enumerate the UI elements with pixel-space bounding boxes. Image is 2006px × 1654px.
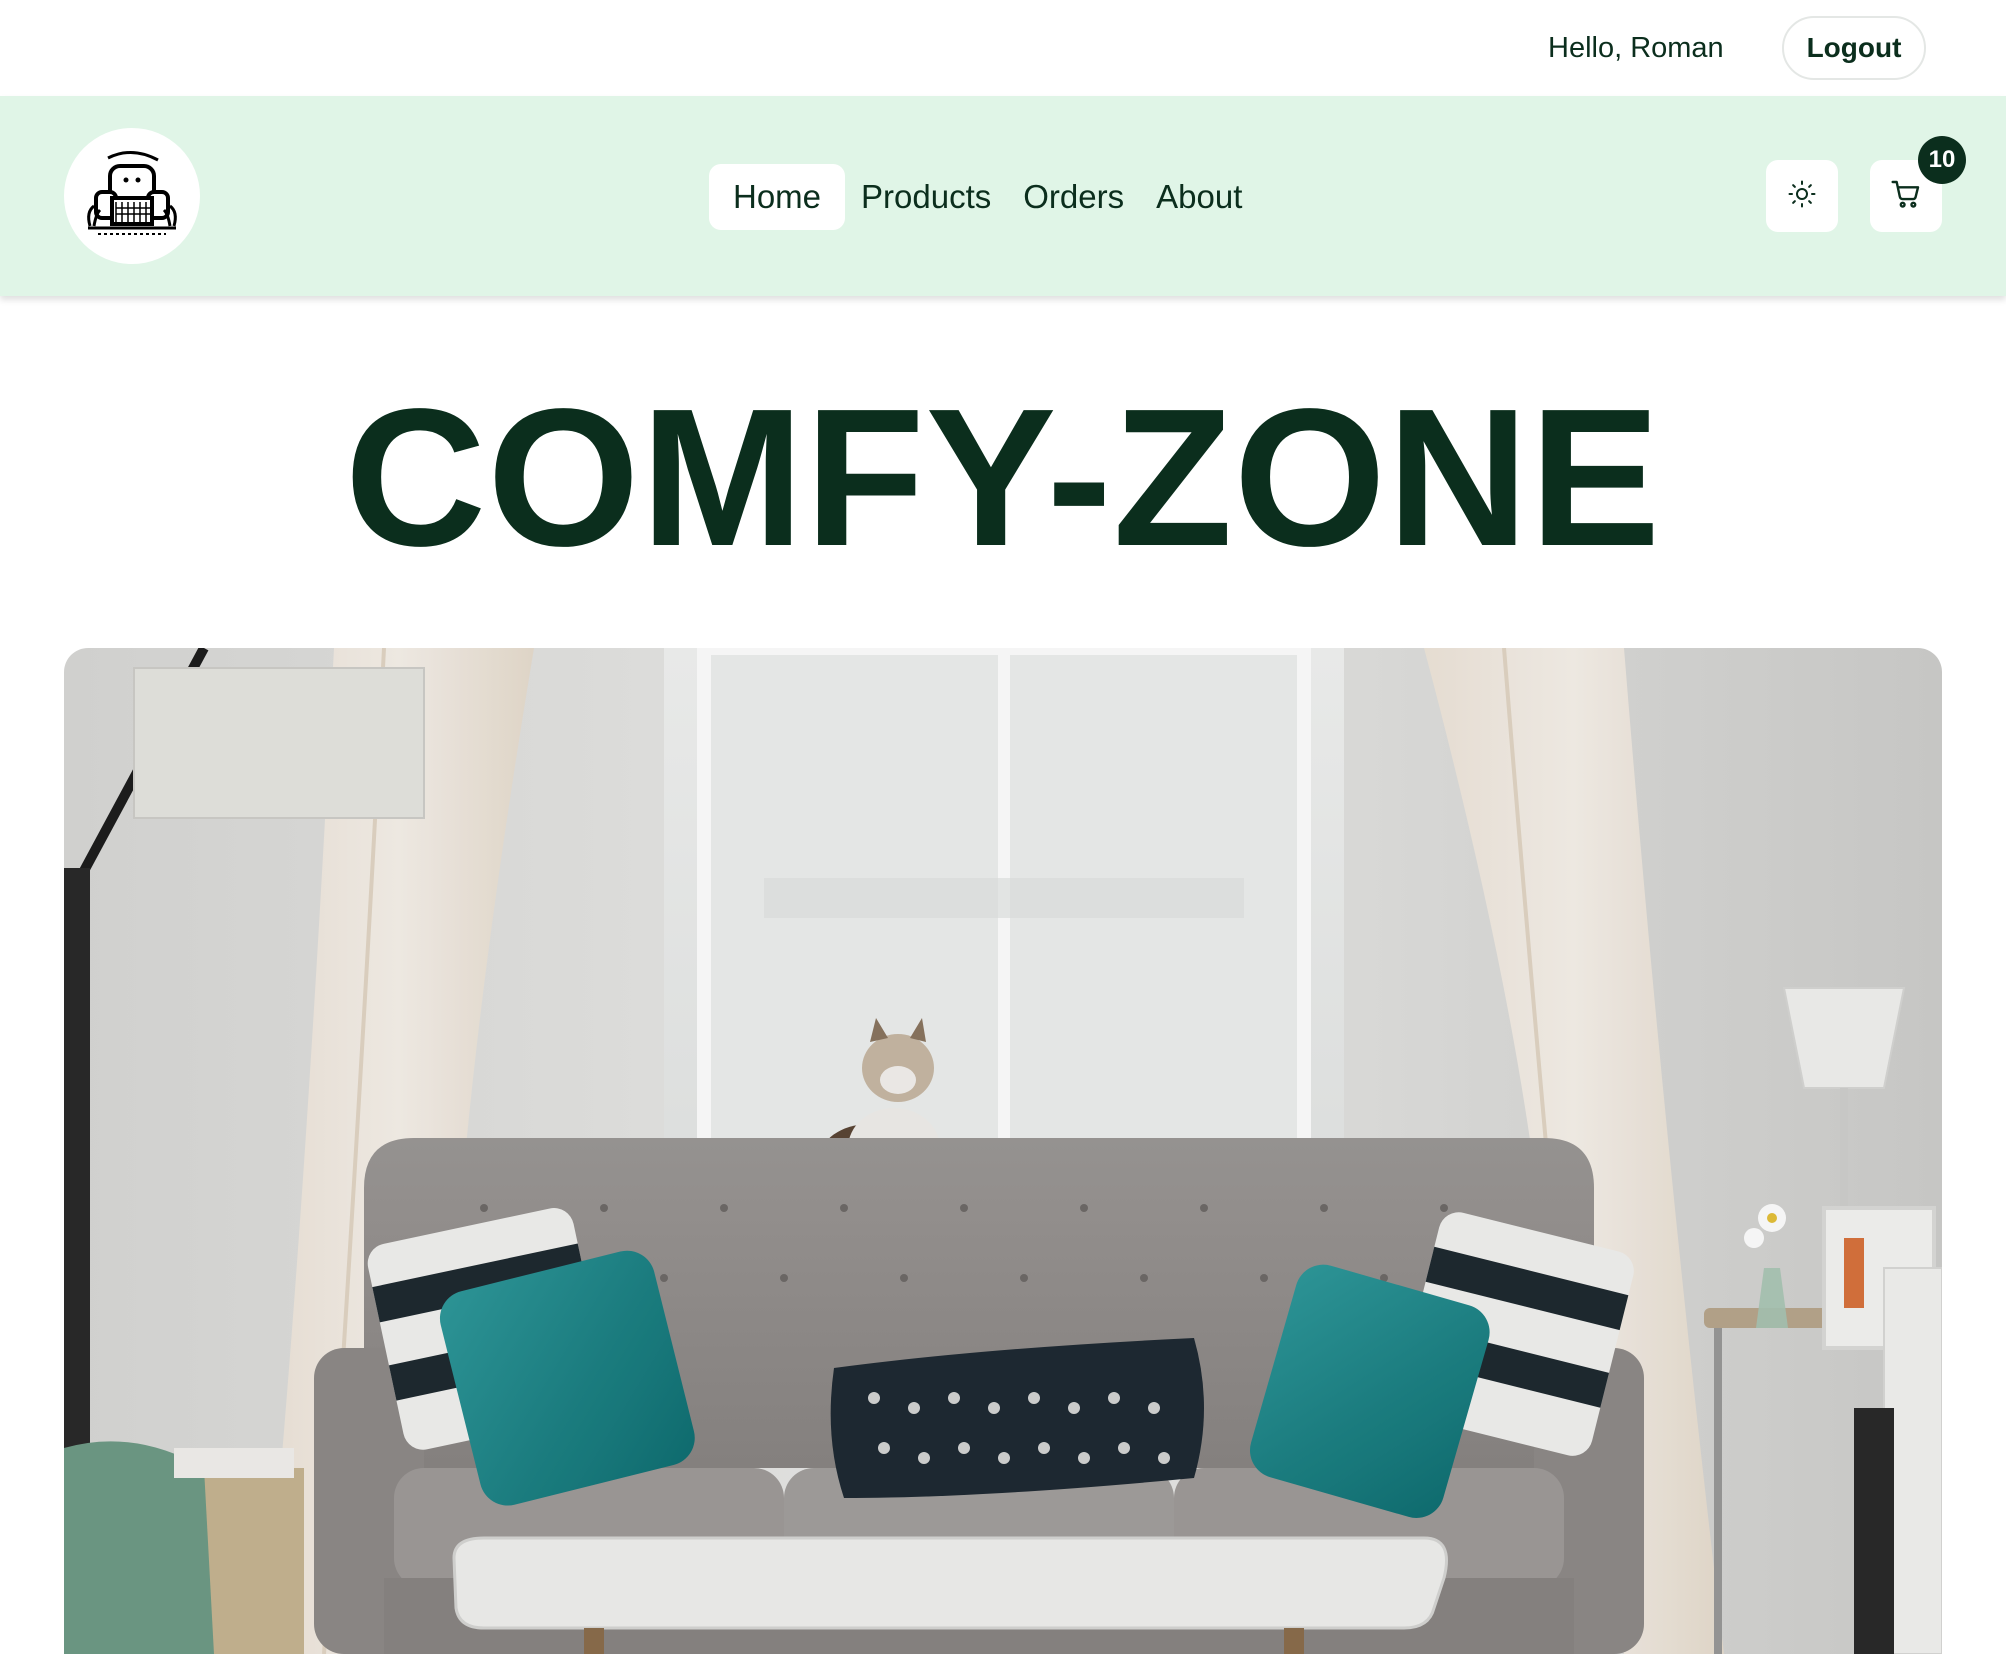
cart-count-badge: 10 — [1918, 136, 1966, 184]
cart-icon — [1890, 178, 1922, 215]
nav-link-products[interactable]: Products — [853, 164, 999, 230]
nav-link-orders[interactable]: Orders — [1015, 164, 1132, 230]
main-navbar: Home Products Orders About — [0, 96, 2006, 296]
nav-links: Home Products Orders About — [709, 164, 1266, 230]
living-room-sofa-photo — [64, 648, 1942, 1654]
hero-title: COMFY-ZONE — [344, 368, 1662, 587]
armchair-logo-icon[interactable] — [64, 128, 200, 264]
sun-icon — [1787, 179, 1817, 214]
top-utility-bar: Hello, Roman Logout — [0, 0, 2006, 96]
nav-link-home[interactable]: Home — [709, 164, 846, 230]
logout-button[interactable]: Logout — [1782, 16, 1926, 80]
user-greeting: Hello, Roman — [1548, 32, 1724, 64]
nav-link-about[interactable]: About — [1148, 164, 1250, 230]
theme-toggle-button[interactable] — [1766, 160, 1838, 232]
